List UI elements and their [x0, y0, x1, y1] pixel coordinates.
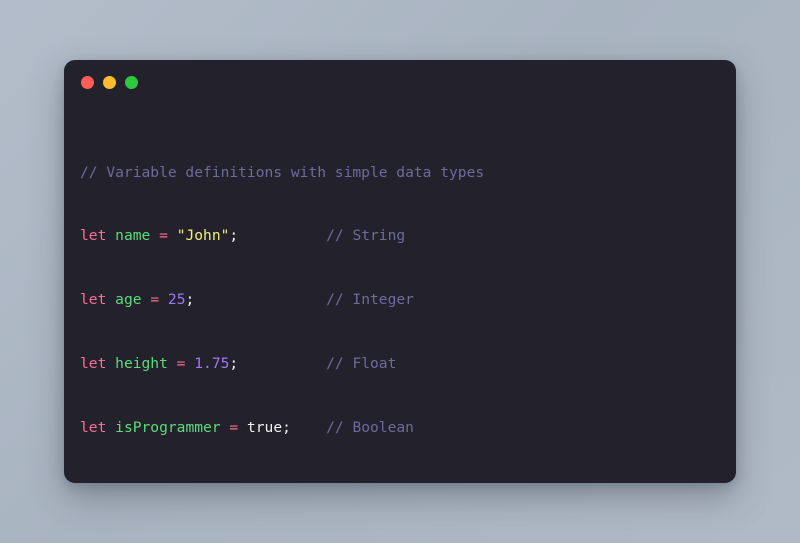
code-token-keyword: let [80, 227, 107, 245]
code-token-keyword: let [80, 355, 107, 373]
code-line: // Variable definitions with simple data… [80, 162, 736, 183]
code-line: let age = 25; // Integer [80, 289, 736, 310]
code-token-keyword: let [80, 419, 107, 437]
close-button[interactable] [81, 75, 94, 89]
code-token-number: 1.75 [194, 355, 230, 373]
code-token-string: "John" [176, 227, 230, 245]
code-token-op: = [229, 419, 239, 437]
code-token-punct: ; [229, 227, 239, 245]
code-token-comment: // String [326, 227, 406, 245]
code-token-keyword: let [80, 291, 107, 309]
code-token-comment: // Integer [326, 291, 414, 309]
screenshot-stage: // Variable definitions with simple data… [0, 0, 800, 543]
code-token-ident: name [115, 227, 151, 245]
code-token-comment: // Variable definitions with simple data… [80, 163, 485, 181]
code-token-comment: // Float [326, 355, 397, 373]
code-line: let name = "John"; // String [80, 225, 736, 246]
code-token-op: = [150, 291, 160, 309]
code-token-comment: // Boolean [326, 419, 414, 437]
code-token-punct: ; [229, 355, 239, 373]
code-content[interactable]: // Variable definitions with simple data… [64, 104, 736, 483]
code-editor-window: // Variable definitions with simple data… [64, 60, 736, 483]
code-token-ident: isProgrammer [115, 419, 221, 437]
maximize-button[interactable] [125, 75, 138, 89]
code-token-punct: ; [185, 291, 195, 309]
code-token-number: 25 [167, 291, 186, 309]
window-titlebar [64, 60, 736, 104]
code-token-ident: height [115, 355, 168, 373]
code-line: let height = 1.75; // Float [80, 353, 736, 374]
code-line: let isProgrammer = true; // Boolean [80, 417, 736, 438]
code-token-plain: true [246, 419, 283, 437]
code-token-punct: ; [282, 419, 291, 437]
code-token-op: = [159, 227, 168, 245]
minimize-button[interactable] [103, 75, 116, 89]
code-token-ident: age [115, 291, 142, 309]
